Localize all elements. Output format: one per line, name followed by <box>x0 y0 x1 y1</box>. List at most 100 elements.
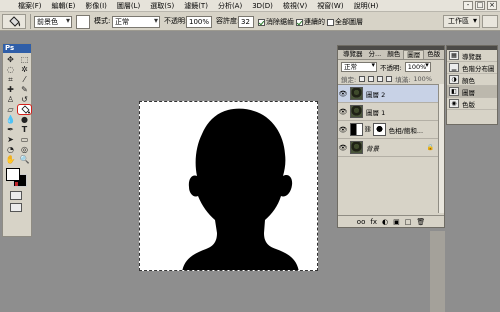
eye-icon[interactable]: 👁 <box>338 90 348 98</box>
pen-tool-icon[interactable]: ✒ <box>4 125 17 134</box>
menu-filter[interactable]: 濾鏡(T) <box>179 1 213 11</box>
layer-opacity-input[interactable]: 100% <box>404 61 431 72</box>
menu-view[interactable]: 檢視(V) <box>278 1 312 11</box>
lasso-tool-icon[interactable]: ◌ <box>4 65 17 74</box>
blur-tool-icon[interactable]: 💧 <box>4 115 17 124</box>
eye-icon[interactable]: 👁 <box>338 108 348 116</box>
minimize-button[interactable]: - <box>463 1 473 10</box>
mode-select[interactable]: 正常 <box>112 16 160 28</box>
blend-row: 正常 不透明: 100% <box>338 60 444 73</box>
screen-mode-icon[interactable] <box>10 203 22 212</box>
menu-analysis[interactable]: 分析(A) <box>213 1 247 11</box>
dock-item-layers[interactable]: ◧ 圖層 <box>447 86 497 98</box>
lock-pixels-icon[interactable] <box>368 75 375 82</box>
dock-item-color[interactable]: ◑ 顏色 <box>447 74 497 86</box>
dock-item-channels[interactable]: ◉ 色版 <box>447 98 497 110</box>
new-group-icon[interactable]: ▣ <box>393 218 400 226</box>
checkbox-checked-icon <box>296 18 303 26</box>
healing-tool-icon[interactable]: ✚ <box>4 85 17 94</box>
menu-3d[interactable]: 3D(D) <box>247 2 278 10</box>
lock-position-icon[interactable] <box>377 75 384 82</box>
maximize-button[interactable]: □ <box>475 1 485 10</box>
eye-icon[interactable]: 👁 <box>338 126 348 134</box>
eyedropper-tool-icon[interactable]: ⁄ <box>18 75 31 84</box>
blend-mode-select[interactable]: 正常 <box>341 61 377 72</box>
move-tool-icon[interactable]: ✥ <box>4 55 17 64</box>
layer-name: 圖層 1 <box>366 108 386 117</box>
mask-thumbnail[interactable] <box>372 123 386 136</box>
tab-layers[interactable]: 圖層 <box>403 50 425 59</box>
lock-label: 鎖定: <box>341 75 357 84</box>
3d-rotate-tool-icon[interactable]: ◔ <box>4 145 17 154</box>
marquee-tool-icon[interactable]: ⬚ <box>18 55 31 64</box>
layer-thumbnail <box>350 87 363 100</box>
clone-stamp-tool-icon[interactable]: ♙ <box>4 95 17 104</box>
link-layers-icon[interactable]: oo <box>357 218 366 226</box>
history-brush-tool-icon[interactable]: ↺ <box>18 95 31 104</box>
menu-file[interactable]: 檔案(F) <box>0 1 47 11</box>
workspace-select[interactable]: 工作區 <box>443 15 480 28</box>
dodge-tool-icon[interactable]: ● <box>18 115 31 124</box>
menu-window[interactable]: 視窗(W) <box>312 1 348 11</box>
document-canvas[interactable] <box>139 101 318 271</box>
menu-edit[interactable]: 編輯(E) <box>47 1 81 11</box>
zoom-tool-icon[interactable]: 🔍 <box>18 155 31 164</box>
layers-scrollbar[interactable] <box>438 84 444 213</box>
tolerance-input[interactable]: 32 <box>238 16 254 28</box>
trash-icon[interactable]: 🗑 <box>416 218 425 226</box>
menu-help[interactable]: 說明(H) <box>349 1 384 11</box>
type-tool-icon[interactable]: T <box>18 125 31 134</box>
layers-panel: 導覽器 分... 顏色 圖層 色版 路徑 正常 不透明: 100% 鎖定: 填滿… <box>337 45 459 228</box>
contiguous-checkbox[interactable]: 連續的 <box>296 17 325 27</box>
dock-item-navigator[interactable]: ▦ 導覽器 <box>447 50 497 62</box>
quick-mask-icon[interactable] <box>10 191 22 200</box>
lock-icon: 🔒 <box>426 144 434 151</box>
menu-image[interactable]: 影像(I) <box>80 1 112 11</box>
foreground-color-swatch[interactable] <box>6 168 20 181</box>
eye-icon[interactable]: 👁 <box>338 144 348 152</box>
color-swatches <box>6 168 29 188</box>
options-bar: 前景色 模式: 正常 不透明: 100% 容許度: 32 消除鋸齒 連續的 全部… <box>0 12 500 31</box>
layers-footer: oo fx ◐ ▣ □ 🗑 <box>338 215 444 227</box>
bridge-icon[interactable] <box>482 15 498 28</box>
close-button[interactable]: × <box>487 1 497 10</box>
crop-tool-icon[interactable]: ⌗ <box>4 75 17 84</box>
layer-name: 背景 <box>366 144 379 153</box>
brush-tool-icon[interactable]: ✎ <box>18 85 31 94</box>
lock-transparency-icon[interactable] <box>359 75 366 82</box>
tab-navigator[interactable]: 導覽器 <box>340 50 366 59</box>
eraser-tool-icon[interactable]: ▱ <box>4 105 17 114</box>
paint-bucket-preset-icon[interactable] <box>2 14 26 29</box>
checkbox-checked-icon <box>258 18 265 26</box>
hand-tool-icon[interactable]: ✋ <box>4 155 17 164</box>
layer-row[interactable]: 👁 ⛓ 色相/飽和... <box>338 121 444 139</box>
opacity-input[interactable]: 100% <box>186 16 212 28</box>
panel-tabs: 導覽器 分... 顏色 圖層 色版 路徑 <box>338 50 459 60</box>
add-mask-icon[interactable]: ◐ <box>382 218 388 226</box>
fill-value[interactable]: 100% <box>413 75 432 83</box>
histogram-icon: ▁ <box>449 63 459 72</box>
dock-item-label: 色版 <box>462 100 475 109</box>
new-layer-icon[interactable]: □ <box>405 218 412 226</box>
magic-wand-tool-icon[interactable]: ✲ <box>18 65 31 74</box>
menu-select[interactable]: 選取(S) <box>145 1 179 11</box>
lock-all-icon[interactable] <box>386 75 393 82</box>
all-layers-checkbox[interactable]: 全部圖層 <box>327 17 363 27</box>
3d-orbit-tool-icon[interactable]: ◎ <box>18 145 31 154</box>
dock-item-histogram[interactable]: ▁ 色階分布圖 <box>447 62 497 74</box>
path-selection-tool-icon[interactable]: ➤ <box>4 135 17 144</box>
paint-bucket-tool-icon[interactable] <box>17 104 32 115</box>
tab-color[interactable]: 顏色 <box>384 50 403 59</box>
layer-row[interactable]: 👁 背景 🔒 <box>338 139 444 157</box>
layer-row[interactable]: 👁 圖層 2 <box>338 85 444 103</box>
pattern-picker[interactable] <box>76 15 90 29</box>
fill-source-select[interactable]: 前景色 <box>34 16 72 28</box>
tab-channels[interactable]: 色版 <box>424 50 443 59</box>
shape-tool-icon[interactable]: ▭ <box>18 135 31 144</box>
mode-label: 模式: <box>94 17 111 25</box>
tab-histogram[interactable]: 分... <box>366 50 385 59</box>
layer-row[interactable]: 👁 圖層 1 <box>338 103 444 121</box>
menu-layer[interactable]: 圖層(L) <box>112 1 145 11</box>
fx-icon[interactable]: fx <box>370 218 377 226</box>
antialias-checkbox[interactable]: 消除鋸齒 <box>258 17 294 27</box>
